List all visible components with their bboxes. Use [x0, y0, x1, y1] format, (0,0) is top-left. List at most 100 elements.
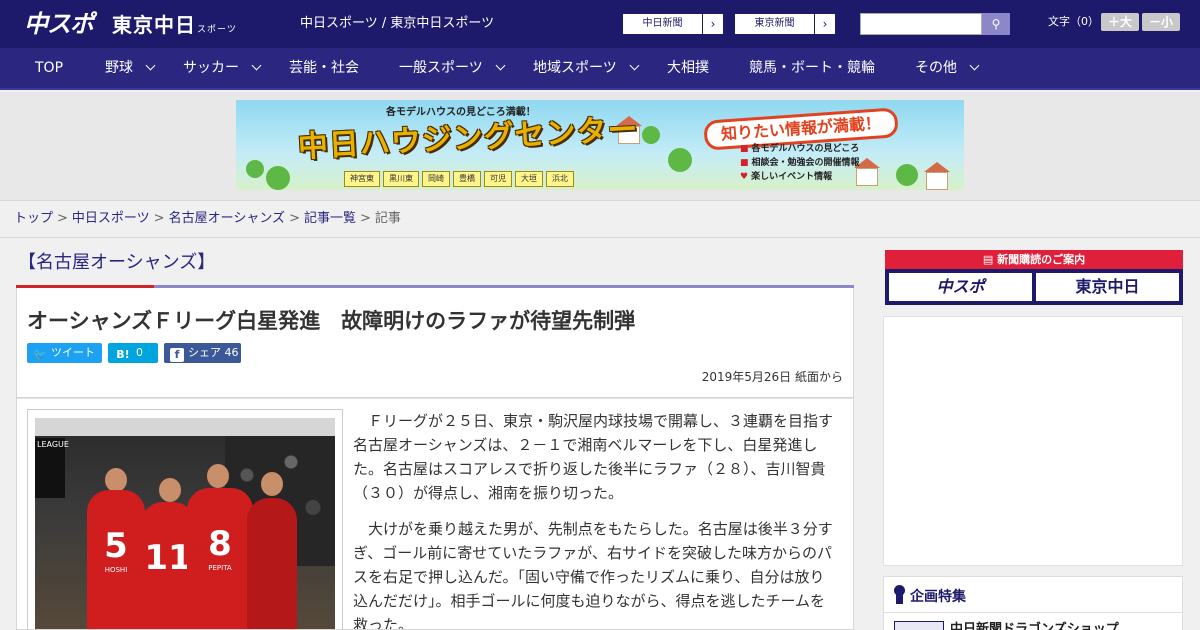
ad-tag: 浜北: [546, 171, 574, 187]
subscription-heading-text: 新聞購読のご案内: [997, 253, 1086, 266]
tree-decoration: [642, 126, 660, 144]
player-head: [159, 478, 181, 502]
player-figure: [247, 498, 297, 629]
tree-decoration: [896, 164, 918, 186]
hatena-count: 0: [136, 346, 143, 359]
facebook-count: 46: [224, 346, 239, 359]
player-head: [261, 472, 283, 496]
nav-item-local-sports[interactable]: 地域スポーツ: [533, 48, 640, 88]
twitter-icon: 🐦: [33, 348, 47, 361]
player-head: [105, 468, 127, 492]
breadcrumb-top[interactable]: トップ: [14, 211, 53, 226]
nav-label: 地域スポーツ: [533, 60, 617, 76]
housing-center-ad[interactable]: 各モデルハウスの見どころ満載！ 中日ハウジングセンター 神宮東 黒川東 岡崎 豊橋 可児…: [236, 100, 964, 190]
article-photo[interactable]: LEAGUE 5 HOSHI 11 8 PEPITA: [35, 418, 335, 629]
breadcrumb-separator: >: [359, 211, 371, 226]
search-button[interactable]: ⚲: [982, 13, 1010, 35]
house-decoration: [926, 172, 948, 190]
ad-list-item: ■ 各モデルハウスの見どころ: [740, 142, 860, 156]
nav-item-keiba[interactable]: 競馬・ボート・競輪: [749, 48, 875, 88]
feature-item[interactable]: 中日新聞ドラゴンズショップ: [894, 621, 1174, 630]
breadcrumb-separator: >: [57, 211, 68, 226]
ad-list-text: 楽しいイベント情報: [751, 172, 833, 182]
tokyo-chunichi-logo[interactable]: 東京中日スポーツ: [112, 10, 237, 45]
breadcrumb: トップ > 中日スポーツ > 名古屋オーシャンズ > 記事一覧 > 記事: [14, 210, 401, 228]
hatena-bookmark-button[interactable]: B! 0: [108, 343, 158, 363]
sidebar-ad-slot: [883, 316, 1183, 566]
article-text: Ｆリーグが２５日、東京・駒沢屋内球技場で開幕し、３連覇を目指す名古屋オーシャンズ…: [353, 409, 837, 630]
ad-tag: 可児: [484, 171, 512, 187]
article-photo-frame: LEAGUE 5 HOSHI 11 8 PEPITA: [27, 409, 343, 629]
nav-label: 野球: [105, 60, 133, 76]
tokyo-shimbun-link[interactable]: 東京新聞 ›: [734, 13, 836, 35]
jersey-name: HOSHI: [104, 566, 128, 574]
site-name: 中日スポーツ / 東京中日スポーツ: [300, 16, 495, 31]
heart-bullet-icon: ♥: [740, 172, 749, 182]
nav-label: 競馬・ボート・競輪: [749, 60, 875, 76]
hatena-bookmark-icon: B!: [116, 348, 130, 361]
article-body: LEAGUE 5 HOSHI 11 8 PEPITA Ｆリーグが２５日、東京・駒沢屋…: [16, 398, 854, 630]
arena-banner: [35, 418, 335, 436]
tweet-label: ツイート: [51, 346, 95, 359]
ad-tag: 黒川東: [383, 171, 419, 187]
breadcrumb-bar: トップ > 中日スポーツ > 名古屋オーシャンズ > 記事一覧 > 記事: [0, 200, 1200, 238]
nav-label: 芸能・社会: [289, 60, 359, 76]
search-icon: ⚲: [991, 17, 1001, 31]
breadcrumb-separator: >: [289, 211, 300, 226]
nav-item-other[interactable]: その他: [915, 48, 980, 88]
chevron-right-icon: ›: [710, 17, 716, 31]
nav-item-entertainment[interactable]: 芸能・社会: [289, 48, 359, 88]
tweet-button[interactable]: 🐦 ツイート: [27, 343, 102, 363]
font-decrease-button[interactable]: －小: [1142, 13, 1180, 31]
player-figure: 8 PEPITA: [187, 488, 253, 629]
font-size-label: 文字（0）: [1048, 15, 1099, 28]
font-increase-button[interactable]: ＋大: [1101, 13, 1139, 31]
nav-item-baseball[interactable]: 野球: [105, 48, 156, 88]
jersey-number: 8: [208, 524, 232, 564]
breadcrumb-article-list[interactable]: 記事一覧: [304, 211, 356, 226]
ad-location-tags: 神宮東 黒川東 岡崎 豊橋 可児 大垣 浜北: [344, 166, 577, 187]
chuspo-logo[interactable]: 中スポ: [24, 8, 94, 40]
article-date: 2019年5月26日 紙面から: [701, 370, 843, 384]
facebook-share-button[interactable]: f シェア 46: [164, 343, 241, 363]
player-figure: 5 HOSHI: [87, 490, 145, 629]
search-input[interactable]: [860, 13, 982, 35]
nav-item-sumo[interactable]: 大相撲: [667, 48, 709, 88]
tree-decoration: [246, 160, 264, 178]
subscription-heading[interactable]: ▤ 新聞購読のご案内: [885, 250, 1183, 269]
section-title: 【名古屋オーシャンズ】: [18, 252, 216, 273]
newspaper-icon: ▤: [982, 253, 998, 266]
feature-header: 企画特集: [884, 577, 1182, 613]
chevron-down-icon: [495, 60, 506, 71]
article-paragraph: Ｆリーグが２５日、東京・駒沢屋内球技場で開幕し、３連覇を目指す名古屋オーシャンズ…: [353, 412, 834, 502]
tree-decoration: [266, 166, 290, 190]
tokyo-logo-text: 東京中日: [112, 13, 196, 37]
tree-decoration: [668, 148, 692, 172]
nav-label: サッカー: [183, 60, 239, 76]
article-paragraph: 大けがを乗り越えた男が、先制点をもたらした。名古屋は後半３分すぎ、ゴール前に寄せ…: [353, 520, 833, 630]
nav-item-top[interactable]: TOP: [35, 48, 63, 88]
breadcrumb-nagoya-oceans[interactable]: 名古屋オーシャンズ: [169, 211, 285, 226]
nav-item-soccer[interactable]: サッカー: [183, 48, 262, 88]
ad-title: 中日ハウジングセンター: [297, 112, 640, 165]
subscribe-tokyo-chunichi-button[interactable]: 東京中日: [1036, 273, 1179, 301]
breadcrumb-chunichi-sports[interactable]: 中日スポーツ: [72, 211, 150, 226]
tokyo-logo-small: スポーツ: [197, 25, 237, 35]
house-bullet-icon: ■: [740, 144, 749, 154]
chunichi-shimbun-link[interactable]: 中日新聞 ›: [622, 13, 724, 35]
ad-tag: 大垣: [515, 171, 543, 187]
main-nav: TOP 野球 サッカー 芸能・社会 一般スポーツ 地域スポーツ 大相撲 競馬・ボ…: [0, 48, 1200, 90]
nav-item-general-sports[interactable]: 一般スポーツ: [399, 48, 506, 88]
breadcrumb-current: 記事: [374, 211, 401, 226]
feature-title: 企画特集: [910, 589, 966, 605]
chevron-down-icon: [629, 60, 640, 71]
breadcrumb-separator: >: [153, 211, 165, 226]
ad-list-item: ■ 相談会・勉強会の開催情報: [740, 156, 860, 170]
chevron-down-icon: [145, 60, 156, 71]
jersey-number: 5: [104, 526, 128, 566]
link-label: 東京新聞: [735, 14, 815, 34]
subscribe-chuspo-button[interactable]: 中スポ: [889, 273, 1032, 301]
ad-list-text: 各モデルハウスの見どころ: [751, 144, 860, 154]
ad-list-text: 相談会・勉強会の開催情報: [751, 158, 860, 168]
facebook-label: シェア: [188, 346, 221, 359]
